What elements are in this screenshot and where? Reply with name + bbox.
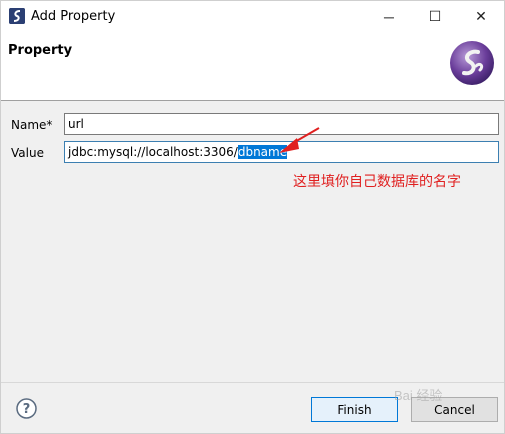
maximize-button[interactable]: ☐ <box>412 1 458 32</box>
close-button[interactable]: ✕ <box>458 1 504 32</box>
page-title: Property <box>8 43 73 58</box>
minimize-button[interactable]: ─ <box>366 1 412 32</box>
footer-divider <box>1 382 504 383</box>
dialog-header: Property <box>1 32 504 101</box>
svg-text:?: ? <box>23 402 31 417</box>
watermark-text: Bai 经验 <box>394 388 443 403</box>
app-icon <box>9 8 25 24</box>
add-property-dialog: Add Property ─ ☐ ✕ Property Name* url Va… <box>0 0 505 434</box>
title-bar: Add Property ─ ☐ ✕ <box>1 1 504 32</box>
name-label: Name* <box>11 118 53 132</box>
value-label: Value <box>11 146 44 160</box>
annotation-arrow-icon <box>279 127 320 153</box>
finish-button[interactable]: Finish <box>311 397 398 422</box>
name-field-value: url <box>68 117 84 131</box>
watermark: Bai 经验 <box>394 385 499 431</box>
value-field-prefix: jdbc:mysql://localhost:3306/ <box>68 145 238 159</box>
eclipse-datatools-logo-icon <box>450 41 494 85</box>
window-title: Add Property <box>31 9 116 24</box>
help-icon[interactable]: ? <box>16 398 37 419</box>
annotation-text: 这里填你自己数据库的名字 <box>293 174 461 190</box>
